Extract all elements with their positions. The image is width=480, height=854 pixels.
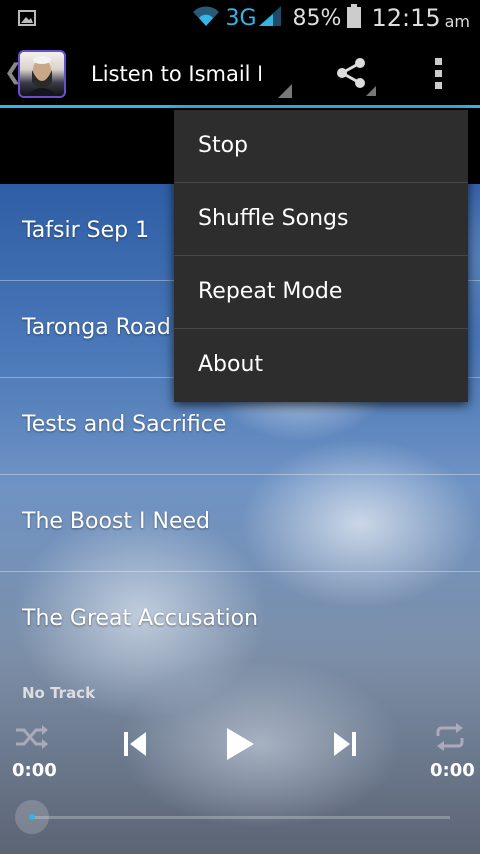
menu-item-stop[interactable]: Stop xyxy=(174,110,468,183)
list-item[interactable]: The Great Accusation xyxy=(0,572,480,669)
song-title: Taronga Road xyxy=(22,315,171,340)
clock-ampm: am xyxy=(444,11,470,31)
menu-item-label: Shuffle Songs xyxy=(198,206,349,231)
battery-icon xyxy=(347,4,362,32)
seek-thumb[interactable] xyxy=(15,800,49,834)
song-title: Tafsir Sep 1 xyxy=(22,218,150,243)
total-time: 0:00 xyxy=(430,760,475,781)
battery-level: 85% xyxy=(292,5,342,31)
repeat-icon[interactable] xyxy=(434,722,466,756)
network-type: 3G xyxy=(225,5,257,31)
play-icon[interactable] xyxy=(224,726,256,766)
menu-item-label: Stop xyxy=(198,133,249,158)
now-playing-track: No Track xyxy=(22,684,96,702)
menu-item-label: About xyxy=(198,352,264,377)
image-icon xyxy=(18,10,36,30)
app-avatar[interactable] xyxy=(18,50,66,98)
clock: 12:15 xyxy=(371,4,441,32)
seek-bar[interactable] xyxy=(30,816,450,819)
action-bar: ❮ Listen to Ismail M xyxy=(0,38,480,108)
menu-item-about[interactable]: About xyxy=(174,329,468,402)
title-spinner-indicator xyxy=(278,84,292,98)
status-bar: 3G 85% 12:15 am xyxy=(0,0,480,38)
overflow-menu: Stop Shuffle Songs Repeat Mode About xyxy=(174,110,468,402)
signal-icon xyxy=(257,4,283,32)
share-dropdown-indicator xyxy=(366,86,376,96)
previous-icon[interactable] xyxy=(122,730,148,762)
share-icon[interactable] xyxy=(334,56,368,90)
song-title: Tests and Sacrifice xyxy=(22,412,227,437)
app-title[interactable]: Listen to Ismail M xyxy=(91,62,261,86)
menu-item-shuffle-songs[interactable]: Shuffle Songs xyxy=(174,183,468,256)
shuffle-icon[interactable] xyxy=(14,722,48,756)
elapsed-time: 0:00 xyxy=(12,760,57,781)
menu-item-repeat-mode[interactable]: Repeat Mode xyxy=(174,256,468,329)
next-icon[interactable] xyxy=(332,730,358,762)
overflow-menu-icon[interactable] xyxy=(432,58,444,92)
list-item[interactable]: The Boost I Need xyxy=(0,475,480,572)
song-title: The Great Accusation xyxy=(22,606,259,631)
song-title: The Boost I Need xyxy=(22,509,210,534)
menu-item-label: Repeat Mode xyxy=(198,279,343,304)
wifi-icon xyxy=(191,4,221,32)
